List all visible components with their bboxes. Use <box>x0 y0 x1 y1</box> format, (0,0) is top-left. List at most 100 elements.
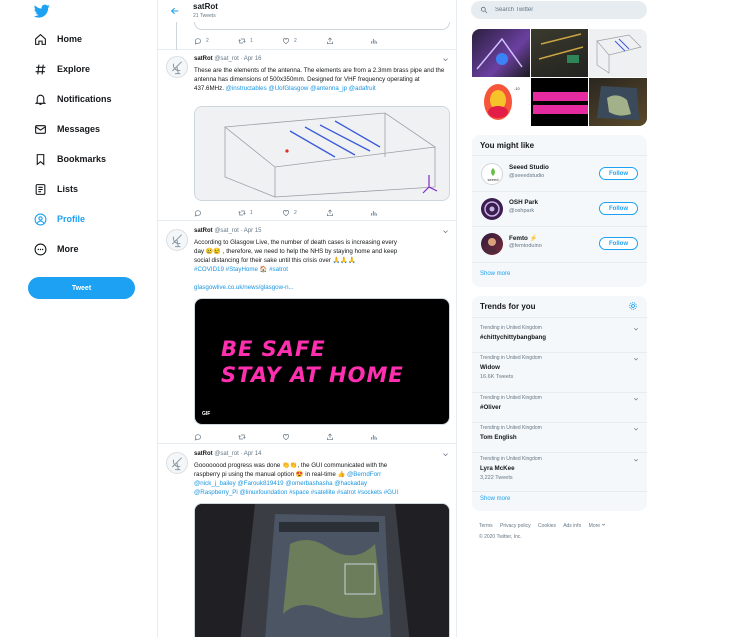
retweet-button[interactable]: 1 <box>238 208 282 218</box>
gear-icon[interactable] <box>628 301 638 311</box>
mention-link[interactable]: @antenna_jp <box>310 85 347 92</box>
follow-suggestion-seeed[interactable]: seeed Seeed Studio @seeedstudio Follow <box>472 157 647 191</box>
follow-suggestion-femto[interactable]: Femto ⚡ @femtoduino Follow <box>472 227 647 261</box>
footer: Terms Privacy policy Cookies Ads info Mo… <box>479 521 649 543</box>
chevron-down-icon[interactable] <box>633 356 639 362</box>
mention-link[interactable]: @BerndForr <box>347 471 381 478</box>
share-button[interactable] <box>326 208 370 218</box>
tweet-meta: satRot @sat_rot · Apr 15 <box>194 228 262 234</box>
article-url-link[interactable]: glasgowlive.co.uk/news/glasgow-n... <box>194 283 450 292</box>
mention-link[interactable]: @UofGlasgow <box>268 85 308 92</box>
mention-links[interactable]: @nick_j_bailey @Farouk819419 @omerbashas… <box>194 479 450 488</box>
mention-link[interactable]: @instructables <box>226 85 267 92</box>
avatar[interactable] <box>166 56 188 78</box>
chevron-down-icon[interactable] <box>633 396 639 402</box>
tweet[interactable]: satRot @sat_rot · Apr 15 According to Gl… <box>158 221 456 444</box>
share-button[interactable] <box>326 432 370 442</box>
footer-link-cookies[interactable]: Cookies <box>538 523 556 529</box>
tweet-button[interactable]: Tweet <box>28 277 135 299</box>
avatar[interactable] <box>166 452 188 474</box>
follow-button[interactable]: Follow <box>599 237 638 250</box>
like-button[interactable]: 2 <box>282 208 326 218</box>
show-more-link[interactable]: Show more <box>480 271 510 277</box>
footer-link-terms[interactable]: Terms <box>479 523 493 529</box>
footer-link-ads-info[interactable]: Ads info <box>563 523 581 529</box>
trend-item[interactable]: Trending in United Kingdom Widow 16.6K T… <box>472 353 647 383</box>
hashtag-links[interactable]: #COVID19 #StayHome 🏠 #satrot <box>194 265 450 274</box>
profile-timeline[interactable]: satRot 21 Tweets 2 1 2 satRot @sat_rot ·… <box>157 0 457 637</box>
trend-item[interactable]: Trending in United Kingdom Tom English <box>472 423 647 453</box>
media-thumbnail[interactable]: -10 <box>472 78 530 126</box>
tweet[interactable]: satRot @sat_rot · Apr 14 Goooooood progr… <box>158 444 456 637</box>
avatar[interactable] <box>166 229 188 251</box>
display-name[interactable]: satRot <box>194 451 213 457</box>
tweet-gif-stay-home[interactable]: BE SAFE STAY AT HOME GIF <box>194 298 450 425</box>
media-thumbnail[interactable] <box>589 78 647 126</box>
media-thumbnail[interactable] <box>472 29 530 77</box>
search-input[interactable] <box>495 4 635 16</box>
media-thumbnail[interactable] <box>530 78 589 126</box>
tweet-date[interactable]: Apr 16 <box>244 56 262 62</box>
trend-item[interactable]: Trending in United Kingdom #Oliver <box>472 393 647 423</box>
nav-item-more[interactable]: More <box>30 236 79 262</box>
twitter-logo-icon[interactable] <box>34 3 50 19</box>
media-thumbnail[interactable] <box>589 29 647 77</box>
display-name[interactable]: satRot <box>194 56 213 62</box>
chevron-down-icon[interactable] <box>442 56 449 63</box>
heart-icon <box>283 434 289 441</box>
follow-button[interactable]: Follow <box>599 167 638 180</box>
nav-item-explore[interactable]: Explore <box>30 56 90 82</box>
display-name[interactable]: satRot <box>194 228 213 234</box>
mention-hashtag-links[interactable]: @Raspberry_Pi @linuxfoundation #space #s… <box>194 488 450 497</box>
back-arrow-icon[interactable] <box>170 6 180 16</box>
retweet-icon <box>238 210 246 216</box>
tweet-date[interactable]: Apr 14 <box>244 451 262 457</box>
tweet-meta: satRot @sat_rot · Apr 16 <box>194 56 262 62</box>
footer-link-privacy[interactable]: Privacy policy <box>500 523 531 529</box>
media-thumbnail[interactable] <box>530 29 589 77</box>
nav-item-bookmarks[interactable]: Bookmarks <box>30 146 106 172</box>
nav-item-messages[interactable]: Messages <box>30 116 100 142</box>
analytics-button[interactable] <box>370 208 414 218</box>
nav-item-profile[interactable]: Profile <box>30 206 85 232</box>
nav-item-home[interactable]: Home <box>30 26 82 52</box>
like-button[interactable] <box>282 432 326 442</box>
nav-item-lists[interactable]: Lists <box>30 176 78 202</box>
chevron-down-icon[interactable] <box>633 426 639 432</box>
chevron-down-icon[interactable] <box>633 326 639 332</box>
retweet-button[interactable] <box>238 432 282 442</box>
bell-icon <box>34 94 47 105</box>
tweet-line: day 😢😢 , therefore, we need to help the … <box>194 248 398 255</box>
chevron-down-icon[interactable] <box>442 451 449 458</box>
tweet-video-gui[interactable] <box>194 503 450 637</box>
analytics-button[interactable] <box>370 36 414 46</box>
timeline-header: satRot 21 Tweets <box>158 0 456 22</box>
reply-button[interactable]: 2 <box>194 36 238 46</box>
like-button[interactable]: 2 <box>282 36 326 46</box>
footer-link-more[interactable]: More <box>589 523 606 529</box>
trend-context: Trending in United Kingdom <box>480 355 542 361</box>
follow-suggestion-oshpark[interactable]: OSH Park @oshpark Follow <box>472 192 647 226</box>
chevron-down-icon[interactable] <box>442 228 449 235</box>
share-button[interactable] <box>326 36 370 46</box>
avatar: seeed <box>481 163 503 185</box>
reply-button[interactable] <box>194 208 238 218</box>
chevron-down-icon[interactable] <box>633 457 639 463</box>
profile-media-grid: -10 <box>472 29 647 126</box>
follow-button[interactable]: Follow <box>599 202 638 215</box>
tweet-image-antenna-model[interactable] <box>194 106 450 201</box>
list-icon <box>35 183 46 195</box>
thumb-image <box>596 34 643 74</box>
tweet-date[interactable]: Apr 15 <box>244 228 262 234</box>
tweet[interactable]: satRot @sat_rot · Apr 16 These are the e… <box>158 50 456 221</box>
retweet-button[interactable]: 1 <box>238 36 282 46</box>
search-bar[interactable] <box>471 1 647 19</box>
mention-link[interactable]: @adafruit <box>349 85 376 92</box>
trend-item[interactable]: Trending in United Kingdom Lyra McKee 3,… <box>472 454 647 484</box>
show-more-link[interactable]: Show more <box>480 496 510 502</box>
trend-item[interactable]: Trending in United Kingdom #chittychitty… <box>472 323 647 353</box>
reply-button[interactable] <box>194 432 238 442</box>
analytics-button[interactable] <box>370 432 414 442</box>
footer-more-label: More <box>588 523 601 529</box>
nav-item-notifications[interactable]: Notifications <box>30 86 112 112</box>
